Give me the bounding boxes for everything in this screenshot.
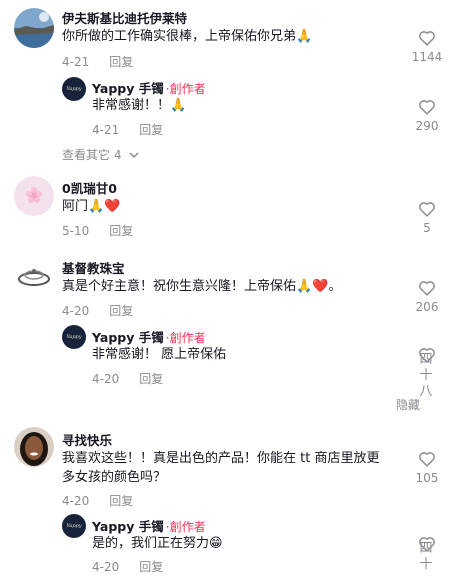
reply-button[interactable]: 回复 [109, 494, 133, 508]
comment-text: 你所做的工作确实很棒，上帝保佑你兄弟🙏 [62, 29, 313, 44]
comment-meta: 4-20 回复 [92, 558, 163, 575]
heart-icon [419, 202, 435, 217]
comment-date: 4-20 [92, 372, 120, 386]
comment-meta: 4-20 回复 [92, 370, 163, 387]
comment-meta: 5-10 回复 [62, 222, 133, 239]
hide-replies-button[interactable]: 隐藏 [396, 396, 420, 413]
creator-badge: ·創作者 [165, 331, 206, 345]
reply-button[interactable]: 回复 [139, 372, 163, 386]
reply-button[interactable]: 回复 [109, 304, 133, 318]
view-more-replies[interactable]: 查看其它 4 [62, 146, 139, 163]
like-count-glyphs: 四 十 八 [419, 352, 433, 399]
reply-button[interactable]: 回复 [139, 560, 163, 574]
comment-meta: 4-20 回复 [62, 492, 133, 509]
comment-text: 是的，我们正在努力😁 [92, 536, 223, 551]
reply-button[interactable]: 回复 [109, 55, 133, 69]
avatar[interactable] [14, 427, 54, 467]
heart-icon [419, 100, 435, 115]
heart-icon [419, 31, 435, 46]
avatar[interactable] [14, 257, 54, 297]
like-button[interactable]: 290 [409, 99, 445, 133]
avatar[interactable]: Yappy [62, 325, 86, 349]
comment-date: 4-20 [92, 560, 120, 574]
like-count: 5 [423, 221, 431, 235]
like-button[interactable]: 105 [409, 451, 445, 485]
comment-text: 阿门🙏❤️ [62, 199, 121, 214]
avatar[interactable] [14, 8, 54, 48]
comment-date: 4-21 [62, 55, 90, 69]
heart-icon [419, 452, 435, 467]
comment-meta: 4-21 回复 [62, 53, 133, 70]
like-button[interactable]: 5 [409, 201, 445, 235]
comment-text: 非常感谢！ 愿上帝保佑 [92, 347, 227, 362]
chevron-down-icon [129, 152, 139, 159]
comment-text: 真是个好主意！祝你生意兴隆！上帝保佑🙏❤️。 [62, 279, 342, 294]
like-count: 1144 [411, 50, 443, 64]
creator-badge: ·創作者 [165, 82, 206, 96]
comment-username[interactable]: 寻找快乐 [62, 430, 112, 449]
like-button[interactable]: 206 [409, 280, 445, 314]
like-count: 105 [415, 471, 439, 485]
like-count-glyphs: 四 十 [419, 541, 433, 572]
like-count: 206 [415, 300, 439, 314]
avatar[interactable]: Yappy [62, 514, 86, 538]
comment-meta: 4-21 回复 [92, 121, 163, 138]
like-button[interactable]: 1144 [409, 30, 445, 64]
comment-text: 我喜欢这些！！真是出色的产品！你能在 tt 商店里放更 [62, 451, 380, 466]
comment-date: 5-10 [62, 224, 90, 238]
comment-text: 非常感谢！！🙏 [92, 98, 187, 113]
comment-date: 4-20 [62, 304, 90, 318]
comment-date: 4-20 [62, 494, 90, 508]
comment-date: 4-21 [92, 123, 120, 137]
comment-username[interactable]: 基督教珠宝 [62, 258, 125, 277]
reply-button[interactable]: 回复 [139, 123, 163, 137]
comment-username[interactable]: 伊夫斯基比迪托伊莱特 [62, 8, 187, 27]
comment-meta: 4-20 回复 [62, 302, 133, 319]
like-count: 290 [415, 119, 439, 133]
creator-badge: ·創作者 [165, 520, 206, 534]
heart-icon [419, 281, 435, 296]
comment-text: 多女孩的颜色吗？ [62, 470, 167, 485]
comment-username[interactable]: 0凯瑞甘0 [62, 178, 117, 197]
avatar[interactable] [14, 176, 54, 216]
reply-button[interactable]: 回复 [109, 224, 133, 238]
avatar[interactable]: Yappy [62, 77, 86, 101]
